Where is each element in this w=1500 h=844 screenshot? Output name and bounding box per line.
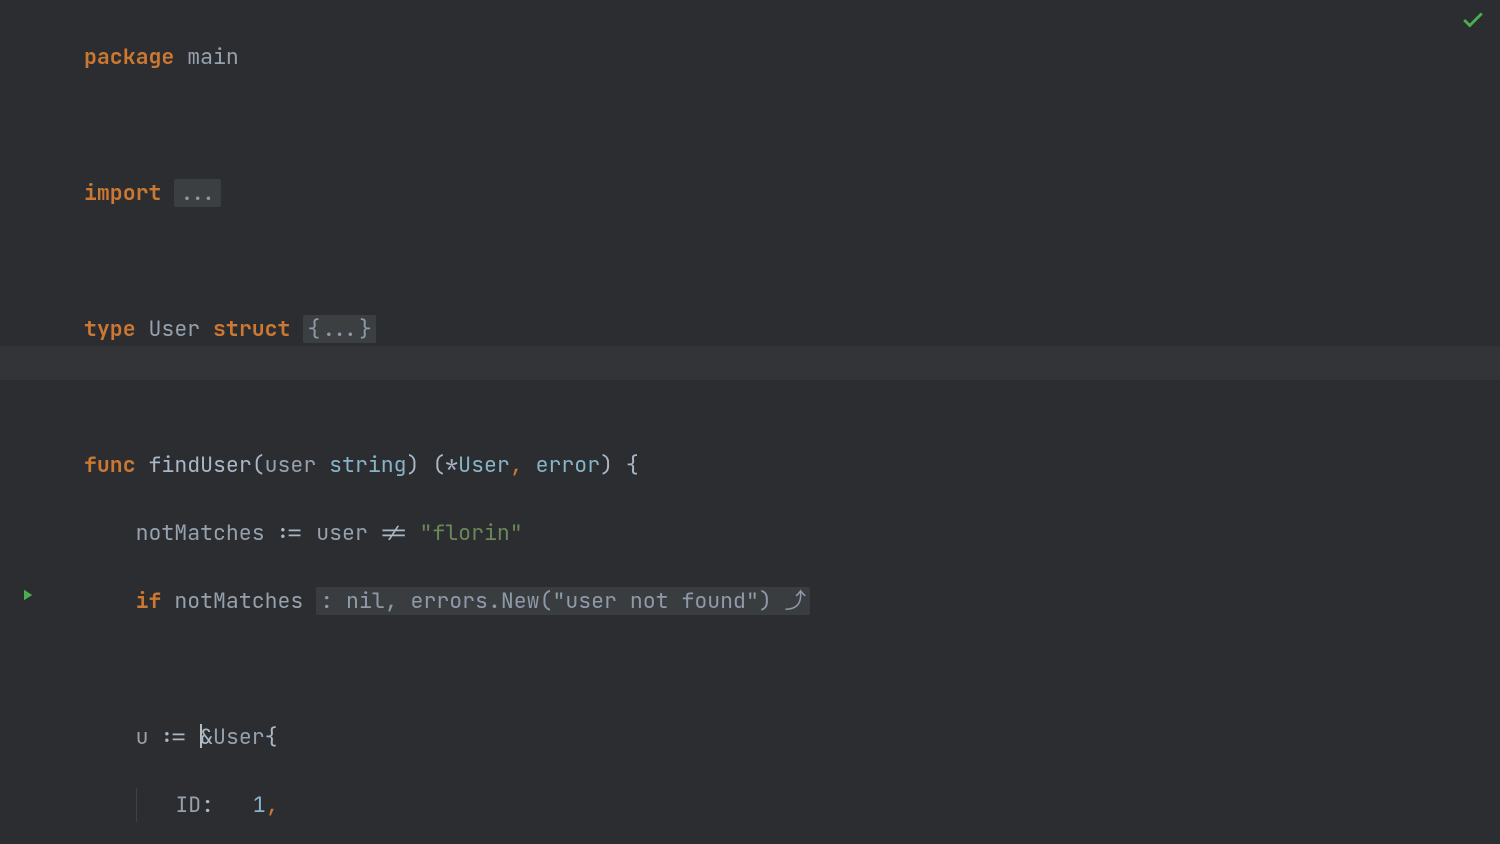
code-line[interactable]: u := &User{: [84, 720, 810, 754]
string-literal: "florin": [419, 519, 522, 547]
type-error: error: [536, 451, 601, 479]
fold-imports[interactable]: ...: [174, 179, 221, 207]
keyword-type: type: [84, 315, 136, 343]
code-line[interactable]: notMatches := user != "florin": [84, 516, 810, 550]
code-line[interactable]: func findUser(user string) (*User, error…: [84, 448, 810, 482]
package-name: main: [187, 43, 239, 71]
keyword-if: if: [136, 587, 162, 615]
code-area[interactable]: package main import ... type User struct…: [84, 6, 810, 844]
code-line[interactable]: ID: 1,: [84, 788, 810, 822]
code-line[interactable]: package main: [84, 40, 810, 74]
keyword-package: package: [84, 43, 174, 71]
code-line[interactable]: [84, 652, 810, 686]
run-gutter-icon[interactable]: [18, 584, 36, 610]
gutter: [0, 0, 60, 844]
type-user: User: [149, 315, 201, 343]
keyword-struct: struct: [213, 315, 290, 343]
analysis-ok-icon[interactable]: [1460, 6, 1486, 40]
keyword-import: import: [84, 179, 161, 207]
type-user-ret: User: [458, 451, 510, 479]
func-finduser: findUser: [149, 451, 252, 479]
var-u: u: [136, 723, 149, 751]
postfix-hint[interactable]: : nil, errors.New("user not found") ⤴: [316, 587, 810, 615]
code-line[interactable]: [84, 244, 810, 278]
code-line[interactable]: [84, 108, 810, 142]
code-editor[interactable]: package main import ... type User struct…: [0, 0, 1500, 844]
var-notmatches: notMatches: [136, 519, 265, 547]
code-line[interactable]: if notMatches : nil, errors.New("user no…: [84, 584, 810, 618]
field-id: ID: [175, 791, 201, 819]
code-line[interactable]: import ...: [84, 176, 810, 210]
code-line[interactable]: [84, 380, 810, 414]
number-literal: 1: [253, 791, 266, 819]
code-line[interactable]: type User struct {...}: [84, 312, 810, 346]
type-string: string: [329, 451, 406, 479]
fold-struct[interactable]: {...}: [303, 315, 376, 343]
keyword-func: func: [84, 451, 136, 479]
